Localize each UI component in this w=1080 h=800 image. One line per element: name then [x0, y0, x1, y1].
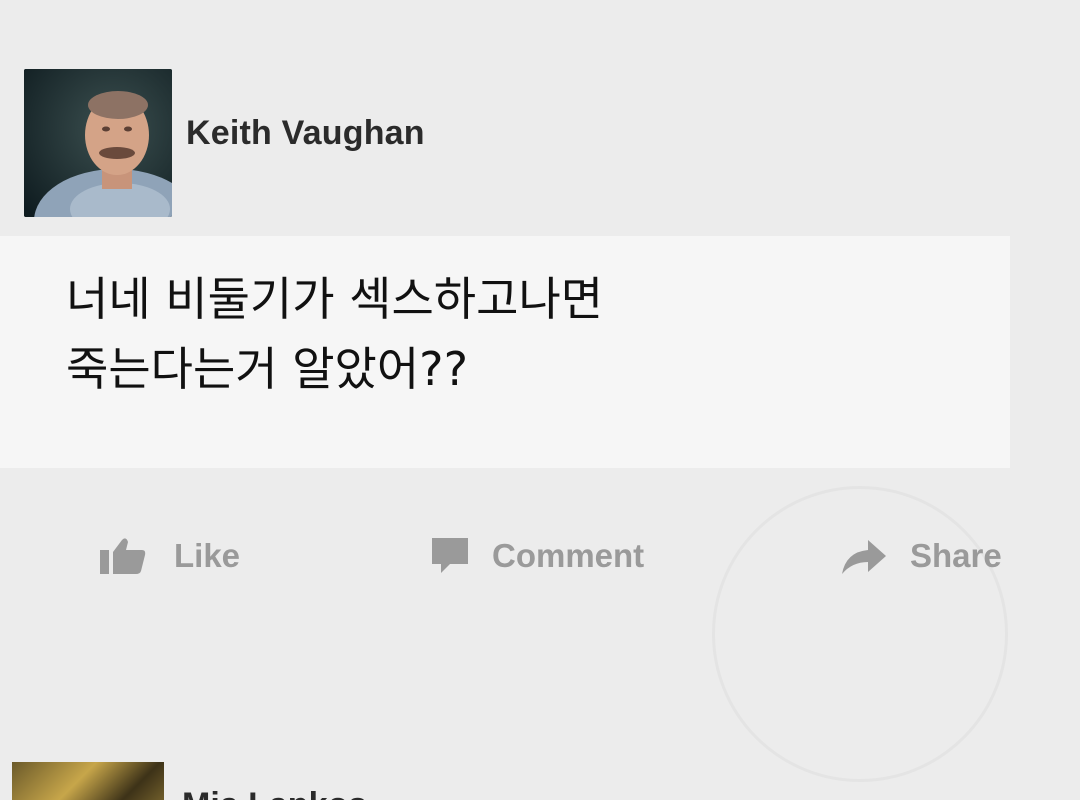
like-button[interactable]: Like [100, 536, 240, 576]
avatar-photo [24, 69, 172, 217]
author-avatar[interactable] [24, 69, 172, 217]
comment-button[interactable]: Comment [430, 536, 644, 576]
post-text: 너네 비둘기가 섹스하고나면 죽는다는거 알았어?? [66, 272, 604, 396]
post-header [24, 68, 172, 218]
action-bar: Like Comment Share [0, 520, 1080, 600]
thumbs-up-icon [100, 538, 146, 574]
author-name[interactable]: Keith Vaughan [186, 114, 425, 153]
speech-bubble-icon [432, 538, 468, 573]
post-card: Keith Vaughan 너네 비둘기가 섹스하고나면 죽는다는거 알았어??… [0, 0, 1080, 800]
next-author-avatar[interactable] [12, 762, 164, 800]
comment-label: Comment [492, 537, 645, 574]
next-author-name[interactable]: Mia Lapkos [182, 786, 367, 800]
share-label: Share [910, 537, 1002, 574]
share-arrow-icon [842, 540, 886, 574]
share-button[interactable]: Share [840, 536, 1002, 576]
like-label: Like [174, 537, 241, 574]
next-post-header: Mia Lapkos [12, 762, 1080, 800]
